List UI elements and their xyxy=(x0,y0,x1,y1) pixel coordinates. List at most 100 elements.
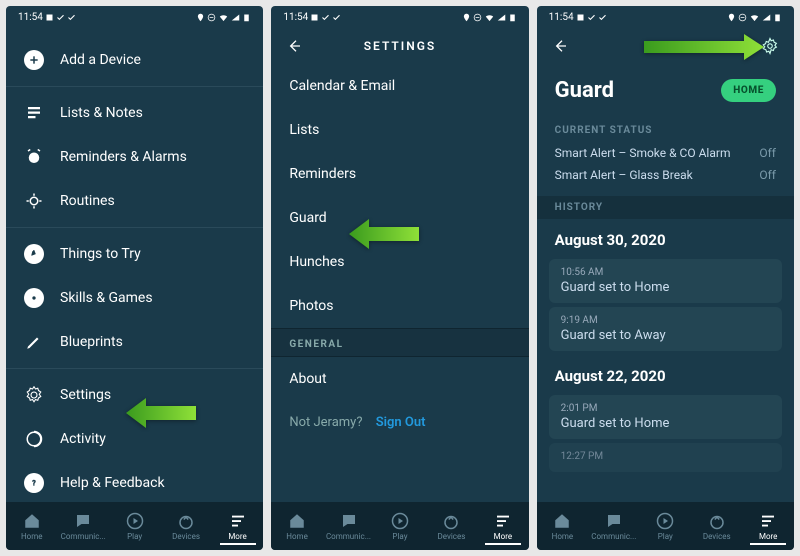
activity-icon xyxy=(24,429,44,449)
history-event[interactable]: 10:56 AM Guard set to Home xyxy=(549,259,782,303)
menu-lists-notes[interactable]: Lists & Notes xyxy=(6,91,263,135)
phone-screen-settings: 11:54 SETTINGS Calendar & Email Lists Re… xyxy=(271,6,528,550)
divider xyxy=(6,368,263,369)
back-button[interactable] xyxy=(551,37,569,55)
settings-calendar-email[interactable]: Calendar & Email xyxy=(271,64,528,108)
notif-icon xyxy=(576,13,585,22)
check-icon xyxy=(587,13,596,22)
status-bar: 11:54 xyxy=(271,6,528,28)
menu-label: Settings xyxy=(60,387,111,403)
check-icon xyxy=(598,13,607,22)
menu-skills-games[interactable]: Skills & Games xyxy=(6,276,263,320)
history-event[interactable]: 2:01 PM Guard set to Home xyxy=(549,395,782,439)
menu-add-device[interactable]: Add a Device xyxy=(6,38,263,82)
settings-hunches[interactable]: Hunches xyxy=(271,240,528,284)
signal-icon xyxy=(497,13,506,22)
settings-guard[interactable]: Guard xyxy=(271,196,528,240)
dnd-icon xyxy=(473,13,482,22)
menu-settings[interactable]: Settings xyxy=(6,373,263,417)
menu-reminders-alarms[interactable]: Reminders & Alarms xyxy=(6,135,263,179)
history-date: August 22, 2020 xyxy=(537,355,794,391)
divider xyxy=(6,86,263,87)
settings-gear-button[interactable] xyxy=(760,36,780,56)
event-time: 12:27 PM xyxy=(561,451,770,462)
svg-text:?: ? xyxy=(32,480,36,488)
menu-label: Add a Device xyxy=(60,52,141,68)
nav-more[interactable]: More xyxy=(477,512,528,541)
menu-things-to-try[interactable]: Things to Try xyxy=(6,232,263,276)
status-bar: 11:54 xyxy=(537,6,794,28)
back-button[interactable] xyxy=(285,37,303,55)
menu-label: Reminders & Alarms xyxy=(60,149,187,165)
list-icon xyxy=(24,103,44,123)
section-general: GENERAL xyxy=(271,328,528,357)
status-row[interactable]: Smart Alert – Glass Break Off xyxy=(537,164,794,186)
event-desc: Guard set to Away xyxy=(561,328,770,343)
nav-communicate[interactable]: Communic... xyxy=(323,512,374,541)
bottom-nav: Home Communic... Play Devices More xyxy=(537,502,794,550)
bottom-nav: Home Communic... Play Devices More xyxy=(271,502,528,550)
settings-lists[interactable]: Lists xyxy=(271,108,528,152)
question-icon: ? xyxy=(24,473,44,493)
dnd-icon xyxy=(738,13,747,22)
settings-about[interactable]: About xyxy=(271,357,528,401)
status-time: 11:54 xyxy=(18,12,43,23)
menu-label: Routines xyxy=(60,193,115,209)
history-date: August 30, 2020 xyxy=(537,219,794,255)
wifi-icon xyxy=(749,12,760,23)
battery-icon xyxy=(242,13,251,22)
location-icon xyxy=(727,13,736,22)
event-time: 9:19 AM xyxy=(561,315,770,326)
settings-reminders[interactable]: Reminders xyxy=(271,152,528,196)
event-desc: Guard set to Home xyxy=(561,280,770,295)
settings-photos[interactable]: Photos xyxy=(271,284,528,328)
menu-blueprints[interactable]: Blueprints xyxy=(6,320,263,364)
guard-header: Guard HOME xyxy=(537,64,794,111)
nav-home[interactable]: Home xyxy=(537,512,588,541)
nav-play[interactable]: Play xyxy=(374,512,425,541)
menu-routines[interactable]: Routines xyxy=(6,179,263,223)
menu-help-feedback[interactable]: ? Help & Feedback xyxy=(6,461,263,502)
status-time: 11:54 xyxy=(549,12,574,23)
event-time: 10:56 AM xyxy=(561,267,770,278)
app-header xyxy=(537,28,794,64)
location-icon xyxy=(196,13,205,22)
settings-content: Calendar & Email Lists Reminders Guard H… xyxy=(271,64,528,502)
battery-icon xyxy=(773,13,782,22)
nav-more[interactable]: More xyxy=(212,512,263,541)
nav-communicate[interactable]: Communic... xyxy=(588,512,639,541)
nav-devices[interactable]: Devices xyxy=(160,512,211,541)
gear-icon xyxy=(24,385,44,405)
compass-icon xyxy=(24,244,44,264)
nav-communicate[interactable]: Communic... xyxy=(57,512,108,541)
nav-devices[interactable]: Devices xyxy=(426,512,477,541)
signout-prompt: Not Jeramy? xyxy=(289,415,362,430)
history-event[interactable]: 9:19 AM Guard set to Away xyxy=(549,307,782,351)
history-event[interactable]: 12:27 PM xyxy=(549,443,782,472)
status-name: Smart Alert – Glass Break xyxy=(555,168,693,182)
signal-icon xyxy=(231,13,240,22)
menu-label: Blueprints xyxy=(60,334,123,350)
signout-link[interactable]: Sign Out xyxy=(376,415,426,430)
nav-devices[interactable]: Devices xyxy=(691,512,742,541)
status-time: 11:54 xyxy=(283,12,308,23)
alarm-icon xyxy=(24,147,44,167)
app-header: SETTINGS xyxy=(271,28,528,64)
signal-icon xyxy=(762,13,771,22)
status-value: Off xyxy=(759,168,776,182)
bottom-nav: Home Communic... Play Devices More xyxy=(6,502,263,550)
nav-play[interactable]: Play xyxy=(109,512,160,541)
event-desc: Guard set to Home xyxy=(561,416,770,431)
nav-more[interactable]: More xyxy=(742,512,793,541)
nav-home[interactable]: Home xyxy=(271,512,322,541)
menu-activity[interactable]: Activity xyxy=(6,417,263,461)
header-title: SETTINGS xyxy=(271,39,528,53)
history-label: HISTORY xyxy=(537,196,794,219)
nav-home[interactable]: Home xyxy=(6,512,57,541)
menu-label: Help & Feedback xyxy=(60,475,165,491)
nav-play[interactable]: Play xyxy=(640,512,691,541)
phone-screen-guard: 11:54 Guard HOME CURRENT STATUS Smart Al… xyxy=(537,6,794,550)
status-row[interactable]: Smart Alert – Smoke & CO Alarm Off xyxy=(537,142,794,164)
guard-content: Guard HOME CURRENT STATUS Smart Alert – … xyxy=(537,64,794,502)
guard-mode-pill[interactable]: HOME xyxy=(721,79,776,102)
